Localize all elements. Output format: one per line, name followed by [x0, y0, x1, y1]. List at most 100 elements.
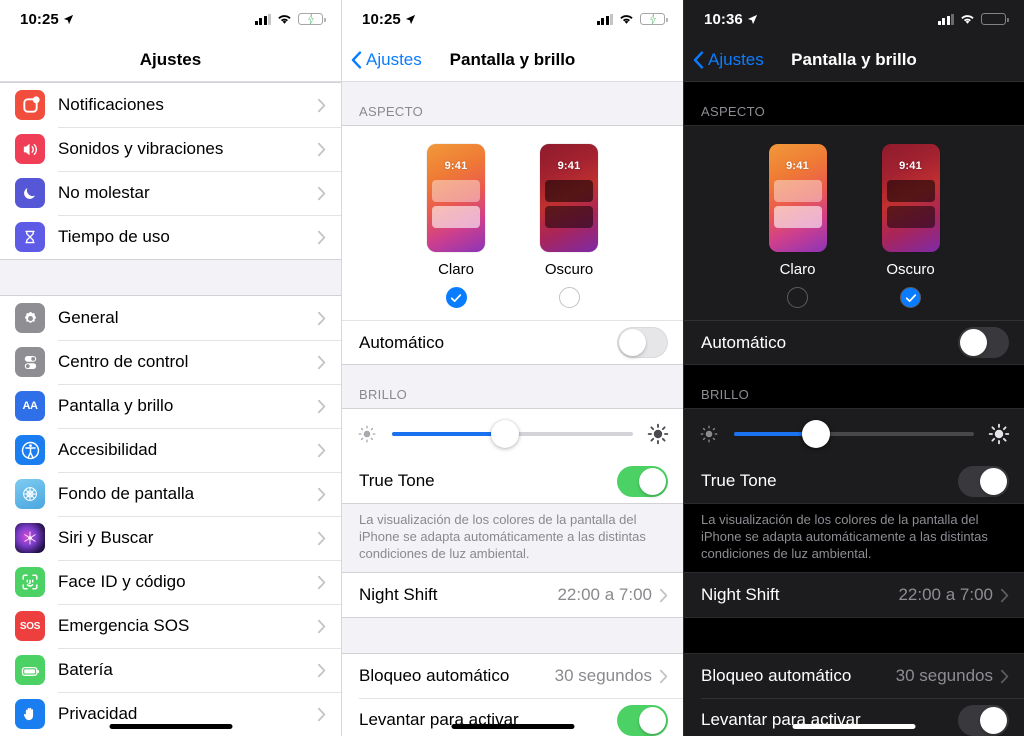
nav-bar: Ajustes [0, 38, 341, 82]
brightness-high-icon [647, 423, 669, 445]
wifi-icon [278, 14, 291, 24]
levantar-para-activar-toggle[interactable] [958, 704, 1009, 736]
battery-icon [981, 13, 1009, 25]
row-automatico[interactable]: Automático [342, 320, 683, 364]
row-label: Automático [359, 332, 445, 352]
brightness-track[interactable] [392, 420, 633, 448]
true-tone-toggle[interactable] [617, 465, 668, 497]
row-value: 30 segundos [554, 666, 652, 685]
row-label: Bloqueo automático [701, 666, 852, 685]
sidebar-item-pantalla-y-brillo[interactable]: AA Pantalla y brillo [0, 384, 341, 428]
row-label: Bloqueo automático [359, 666, 510, 685]
brightness-slider-row[interactable] [342, 409, 683, 459]
levantar-para-activar-toggle[interactable] [617, 704, 668, 736]
row-levantar-para-activar[interactable]: Levantar para activar [684, 698, 1024, 736]
row-bloqueo-automatico[interactable]: Bloqueo automático 30 segundos [684, 654, 1024, 698]
row-label: Automático [701, 332, 787, 352]
wifi-icon [620, 14, 633, 24]
chevron-right-icon [317, 142, 326, 156]
chevron-right-icon [317, 399, 326, 413]
back-button[interactable]: Ajustes [351, 38, 422, 82]
appearance-radio-claro[interactable] [787, 287, 808, 308]
sidebar-item-emergencia-sos[interactable]: SOS Emergencia SOS [0, 604, 341, 648]
appearance-picker: 9:41 Claro 9:41 Oscuro [684, 126, 1024, 320]
appearance-radio-claro[interactable] [445, 287, 467, 308]
display-scroll-area[interactable]: ASPECTO 9:41 Claro 9:41 Oscuro Automátic… [684, 82, 1024, 736]
row-label: Tiempo de uso [58, 227, 170, 246]
sidebar-item-sonidos[interactable]: Sonidos y vibraciones [0, 127, 341, 171]
row-label: Emergencia SOS [58, 616, 190, 635]
appearance-option-claro[interactable]: 9:41 Claro [768, 144, 827, 308]
display-brightness-icon: AA [15, 391, 45, 421]
status-bar-indicators [937, 13, 1009, 25]
sidebar-item-bateria[interactable]: Batería [0, 648, 341, 692]
display-scroll-area[interactable]: ASPECTO 9:41 Claro 9:41 Oscuro Automátic… [342, 82, 683, 736]
row-bloqueo-automatico[interactable]: Bloqueo automático 30 segundos [342, 654, 683, 698]
row-label: Face ID y código [58, 572, 186, 591]
wallpaper-thumbnail-dark: 9:41 [881, 144, 940, 252]
row-levantar-para-activar[interactable]: Levantar para activar [342, 698, 683, 736]
row-automatico[interactable]: Automático [684, 320, 1024, 364]
status-bar-time-group: 10:25 [20, 11, 74, 28]
row-true-tone[interactable]: True Tone [342, 459, 683, 503]
wifi-icon [961, 14, 974, 24]
sidebar-item-no-molestar[interactable]: No molestar [0, 171, 341, 215]
row-label: Pantalla y brillo [58, 396, 174, 415]
cellular-signal-icon [937, 13, 954, 25]
row-night-shift[interactable]: Night Shift 22:00 a 7:00 [684, 573, 1024, 617]
page-title: Ajustes [139, 49, 202, 69]
night-shift-group: Night Shift 22:00 a 7:00 [684, 572, 1024, 618]
appearance-option-oscuro[interactable]: 9:41 Oscuro [540, 144, 598, 308]
chevron-right-icon [1000, 588, 1009, 602]
true-tone-toggle[interactable] [958, 465, 1009, 497]
row-true-tone[interactable]: True Tone [684, 459, 1024, 503]
sidebar-item-privacidad[interactable]: Privacidad [0, 692, 341, 736]
three-panel-comparison: 10:25 Ajustes Notificaciones Sonidos y v… [0, 0, 1024, 736]
location-arrow-icon [63, 14, 73, 24]
appearance-option-oscuro[interactable]: 9:41 Oscuro [881, 144, 940, 308]
status-bar: 10:25 [0, 0, 341, 38]
chevron-right-icon [317, 355, 326, 369]
appearance-radio-oscuro[interactable] [558, 287, 580, 308]
page-title: Pantalla y brillo [449, 49, 576, 69]
status-bar-time: 10:36 [704, 10, 743, 28]
row-label: Siri y Buscar [58, 528, 154, 547]
moon-icon [15, 178, 45, 208]
sidebar-item-face-id-y-codigo[interactable]: Face ID y código [0, 560, 341, 604]
brightness-track[interactable] [734, 420, 974, 448]
sidebar-item-centro-de-control[interactable]: Centro de control [0, 340, 341, 384]
status-bar-time-group: 10:36 [704, 11, 758, 28]
settings-scroll-area[interactable]: Notificaciones Sonidos y vibraciones No … [0, 82, 341, 736]
sidebar-item-accesibilidad[interactable]: Accesibilidad [0, 428, 341, 472]
status-bar-time: 10:25 [362, 10, 401, 28]
brightness-group: True Tone [342, 408, 683, 504]
sidebar-item-fondo-de-pantalla[interactable]: Fondo de pantalla [0, 472, 341, 516]
row-label: Sonidos y vibraciones [58, 139, 224, 158]
row-night-shift[interactable]: Night Shift 22:00 a 7:00 [342, 573, 683, 617]
appearance-group: 9:41 Claro 9:41 Oscuro Automático [342, 125, 683, 365]
chevron-right-icon [317, 487, 326, 501]
sos-icon: SOS [15, 611, 45, 641]
brightness-slider-row[interactable] [684, 409, 1024, 459]
appearance-option-label: Claro [779, 261, 816, 278]
automatico-toggle[interactable] [617, 327, 668, 358]
night-shift-group: Night Shift 22:00 a 7:00 [342, 572, 683, 618]
brightness-knob[interactable] [491, 420, 520, 448]
sidebar-item-tiempo-de-uso[interactable]: Tiempo de uso [0, 215, 341, 259]
automatico-toggle[interactable] [958, 327, 1009, 358]
wallpaper-thumbnail-light: 9:41 [427, 144, 485, 252]
chevron-right-icon [659, 669, 668, 683]
brightness-knob[interactable] [801, 420, 830, 448]
back-button[interactable]: Ajustes [693, 38, 764, 82]
sounds-icon [15, 134, 45, 164]
hourglass-icon [15, 222, 45, 252]
appearance-option-claro[interactable]: 9:41 Claro [427, 144, 485, 308]
display-settings-light-panel: 10:25 Ajustes Pantalla y brillo ASPECTO [341, 0, 683, 736]
chevron-right-icon [317, 186, 326, 200]
sidebar-item-notificaciones[interactable]: Notificaciones [0, 83, 341, 127]
sidebar-item-siri-y-buscar[interactable]: Siri y Buscar [0, 516, 341, 560]
appearance-radio-oscuro[interactable] [900, 287, 921, 308]
sidebar-item-general[interactable]: General [0, 296, 341, 340]
